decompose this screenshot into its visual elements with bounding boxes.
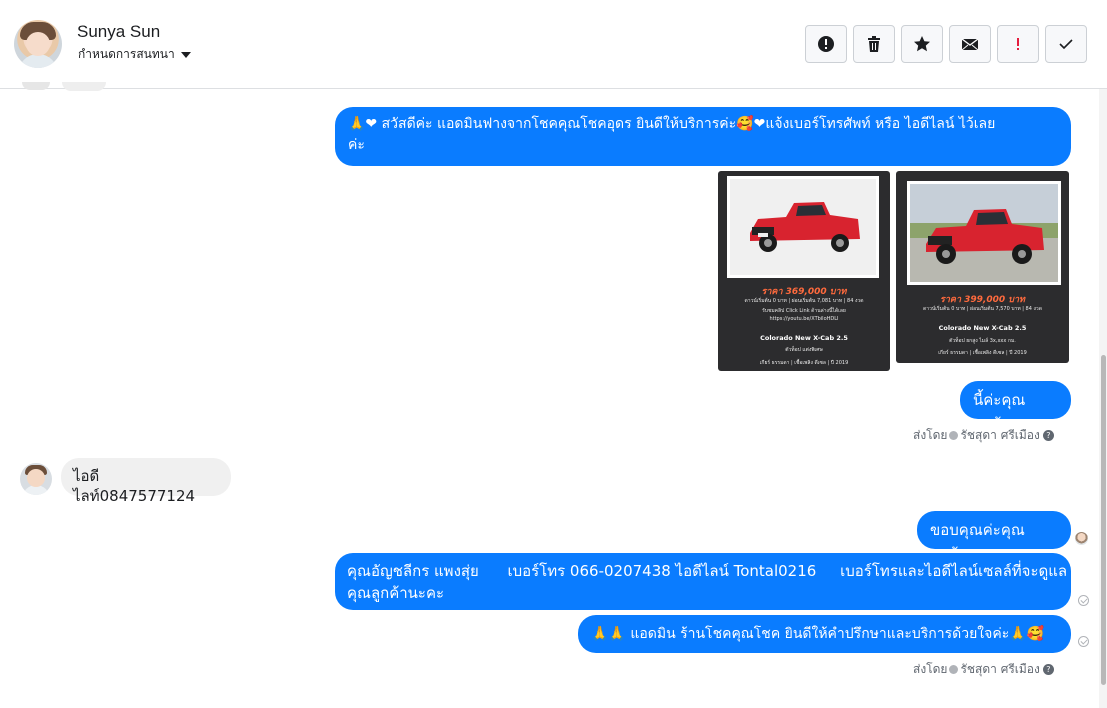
sent-by-info: ส่งโดย รัชสุดา ศรีเมือง? — [913, 426, 1054, 445]
conversation-header: Sunya Sun กำหนดการสนทนา — [0, 0, 1107, 89]
sent-by-info: ส่งโดย รัชสุดา ศรีเมือง? — [913, 660, 1054, 679]
sent-by-name: รัชสุดา ศรีเมือง — [960, 428, 1040, 442]
star-button[interactable] — [901, 25, 943, 63]
car-installment: ดาวน์เริ่มต้น 0 บาท | ผ่อนเริ่มต้น 7,570… — [923, 306, 1042, 312]
incoming-message-bubble[interactable]: ไอดีไลท์0847577124 — [61, 458, 231, 505]
email-button[interactable] — [949, 25, 991, 63]
message-bubble[interactable]: ขอบคุณค่ะคุณลูกค้า — [917, 511, 1071, 563]
closing-text: แอดมิน ร้านโชคคุณโชค ยินดีให้คำปรึกษาและ… — [630, 626, 1010, 642]
exclamation-icon — [1017, 38, 1019, 50]
mark-done-button[interactable] — [1045, 25, 1087, 63]
car-specs: เกียร์ ธรรมดา | เชื้อเพลิง ดีเซล | ปี 20… — [759, 360, 849, 366]
message-bubble-closing[interactable]: 🙏🙏 แอดมิน ร้านโชคคุณโชค ยินดีให้คำปรึกษา… — [578, 615, 1071, 653]
contact-info-text-2: คุณลูกค้านะคะ — [347, 584, 445, 602]
sent-by-label: ส่งโดย — [913, 428, 948, 442]
assign-label: กำหนดการสนทนา — [78, 47, 175, 61]
message-bubble-greeting[interactable]: 🙏❤ สวัสดีค่ะ แอดมินฟางจากโชคคุณโชคอุดร ย… — [335, 107, 1071, 166]
star-icon — [914, 36, 930, 52]
partial-message-bubble — [62, 82, 106, 91]
delivered-icon — [1078, 636, 1089, 647]
user-name[interactable]: Sunya Sun — [77, 22, 160, 42]
pray-smile-emoji: 🙏🥰 — [1009, 626, 1045, 642]
help-icon[interactable]: ? — [1042, 430, 1054, 441]
car-image-card[interactable]: ราคา 399,000 บาท ดาวน์เริ่มต้น 0 บาท | ผ… — [896, 171, 1069, 363]
mail-icon — [961, 38, 979, 51]
check-icon — [1059, 39, 1073, 50]
verified-icon — [949, 665, 959, 674]
report-icon — [818, 36, 834, 52]
red-pickup-truck-image — [926, 209, 1044, 264]
sent-by-name: รัชสุดา ศรีเมือง — [960, 662, 1040, 676]
scrollbar-thumb[interactable] — [1101, 355, 1106, 685]
pray-heart-emoji: 🙏❤ — [348, 116, 378, 132]
mark-important-button[interactable] — [997, 25, 1039, 63]
car-price: ราคา 369,000 บาท — [761, 287, 847, 297]
car-clip-info: รับชมคลิป Click Link ด้านล่างนี้ได้เลย — [762, 308, 846, 314]
greeting-text-2: แจ้งเบอร์โทรศัพท์ หรือ ไอดีไลน์ ไว้เลย — [765, 116, 996, 132]
message-text: ไอดีไลท์0847577124 — [73, 467, 196, 505]
car-installment: ดาวน์เริ่มต้น 0 บาท | ผ่อนเริ่มต้น 7,081… — [744, 298, 864, 304]
pray-emoji: 🙏🙏 — [591, 626, 626, 642]
car-feature: ตัวท็อป แต่งพิเศษ — [785, 347, 823, 353]
partial-avatar — [22, 82, 50, 90]
car-photo — [727, 176, 879, 278]
red-pickup-truck-image — [750, 202, 860, 252]
smile-heart-emoji: 🥰❤ — [736, 116, 766, 132]
message-bubble-contact-info[interactable]: คุณอัญชลีกร แพงสุ่ย เบอร์โทร 066-0207438… — [335, 553, 1071, 610]
message-bubble[interactable]: นี้ค่ะคุณลูกค้า — [960, 381, 1071, 433]
help-icon[interactable]: ? — [1042, 664, 1054, 675]
car-price: ราคา 399,000 บาท — [940, 295, 1025, 305]
trash-icon — [868, 36, 880, 52]
car-model: Colorado New X-Cab 2.5 — [760, 334, 848, 342]
car-video-link: https://youtu.be/XTbiloHDLI — [769, 316, 839, 322]
assign-conversation-dropdown[interactable]: กำหนดการสนทนา — [78, 45, 191, 64]
caret-down-icon — [180, 51, 191, 58]
delivered-icon — [1078, 595, 1089, 606]
sent-by-label: ส่งโดย — [913, 662, 948, 676]
seen-avatar — [1075, 532, 1088, 545]
car-image-card[interactable]: ราคา 369,000 บาท ดาวน์เริ่มต้น 0 บาท | ผ… — [718, 171, 890, 371]
greeting-text: สวัสดีค่ะ แอดมินฟางจากโชคคุณโชคอุดร ยินด… — [381, 116, 737, 132]
car-specs: เกียร์ ธรรมดา | เชื้อเพลิง ดีเซล | ปี 20… — [938, 350, 1027, 356]
customer-avatar[interactable] — [20, 463, 52, 495]
car-photo — [907, 181, 1061, 285]
delete-button[interactable] — [853, 25, 895, 63]
contact-info-text: คุณอัญชลีกร แพงสุ่ย เบอร์โทร 066-0207438… — [347, 562, 1068, 580]
verified-icon — [949, 431, 959, 440]
greeting-text-3: ค่ะ — [348, 137, 365, 153]
user-avatar[interactable] — [14, 20, 62, 68]
car-feature: ตัวท็อป ยกสูง ไมล์ 3x,xxx กม. — [949, 338, 1016, 344]
car-model: Colorado New X-Cab 2.5 — [938, 324, 1027, 332]
report-button[interactable] — [805, 25, 847, 63]
